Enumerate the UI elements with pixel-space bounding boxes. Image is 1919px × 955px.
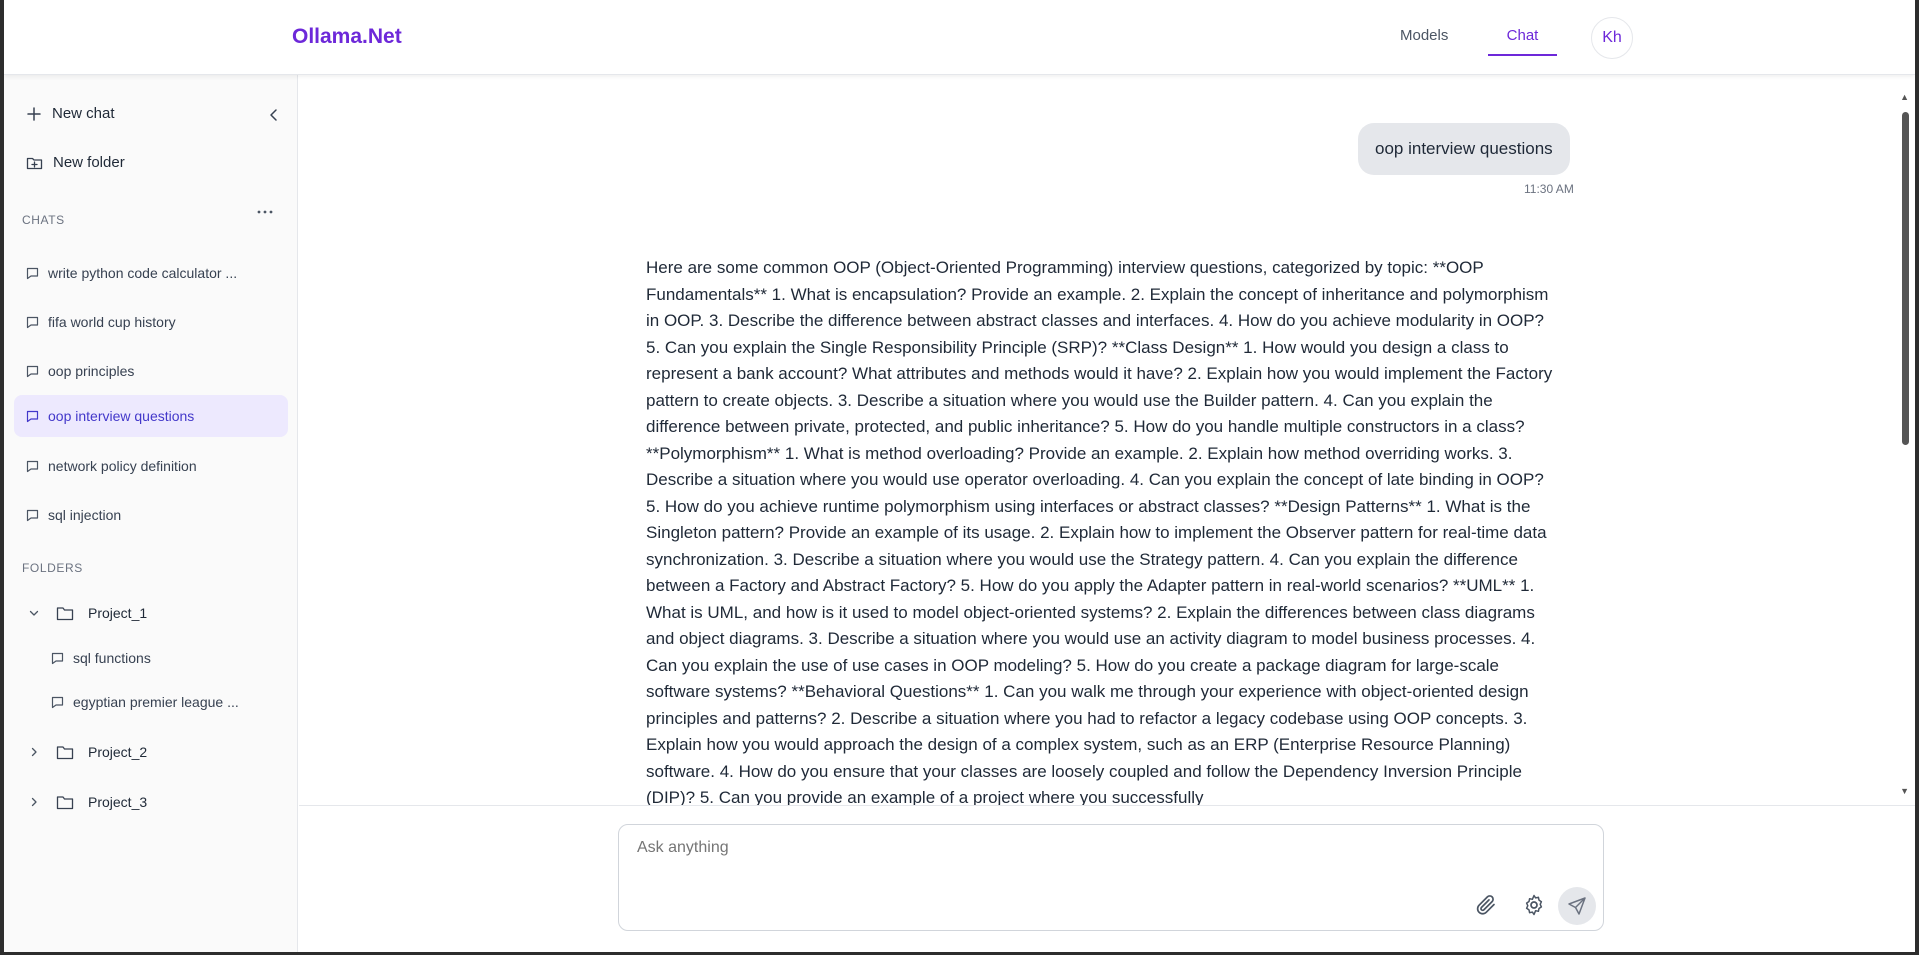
more-icon <box>257 209 273 215</box>
nav-chat-link[interactable]: Chat <box>1488 27 1557 44</box>
scroll-down-arrow[interactable]: ▼ <box>1900 786 1909 796</box>
chat-bubble-icon <box>51 652 64 665</box>
settings-button[interactable] <box>1522 893 1546 917</box>
assistant-message: Here are some common OOP (Object-Oriente… <box>646 258 1553 805</box>
sidebar: New chat New folder CHATS write python c… <box>4 75 298 952</box>
attach-button[interactable] <box>1474 893 1498 917</box>
chat-list-item[interactable]: oop principles <box>14 350 288 392</box>
new-chat-button[interactable]: New chat <box>26 105 115 122</box>
plus-icon <box>26 106 42 122</box>
chat-list-item[interactable]: sql injection <box>14 494 288 536</box>
message-timestamp: 11:30 AM <box>1524 182 1574 196</box>
folder-icon <box>56 795 74 810</box>
folder-icon <box>56 606 74 621</box>
app-window: Ollama.Net Models Chat Kh New chat New f… <box>0 0 1919 955</box>
chat-bubble-icon <box>26 509 39 522</box>
chat-list-item[interactable]: write python code calculator ... <box>14 252 288 294</box>
chevron-right-icon[interactable] <box>28 746 40 758</box>
active-nav-indicator <box>1488 54 1557 56</box>
new-folder-label: New folder <box>53 154 125 171</box>
folder-name: Project_3 <box>88 794 148 810</box>
chat-bubble-icon <box>26 267 39 280</box>
chevron-down-icon[interactable] <box>28 607 40 619</box>
folder-chat-label: sql functions <box>73 650 151 666</box>
conversation-panel[interactable]: oop interview questions 11:30 AM Here ar… <box>299 75 1915 805</box>
scrollbar-thumb[interactable] <box>1902 112 1909 445</box>
user-message-bubble: oop interview questions <box>1358 123 1570 175</box>
composer-area <box>299 805 1915 952</box>
new-chat-label: New chat <box>52 105 115 122</box>
gear-icon <box>1522 893 1546 917</box>
message-input[interactable] <box>637 839 1537 857</box>
chat-list-item[interactable]: fifa world cup history <box>14 301 288 343</box>
folder-icon <box>56 745 74 760</box>
chat-item-label: network policy definition <box>48 458 197 474</box>
folder-chat-item[interactable]: sql functions <box>51 650 151 666</box>
chat-bubble-icon <box>51 696 64 709</box>
chat-item-label: oop principles <box>48 363 135 379</box>
chat-item-label: write python code calculator ... <box>48 265 238 281</box>
folder-chat-label: egyptian premier league ... <box>73 694 239 710</box>
chat-bubble-icon <box>26 410 39 423</box>
chat-list-item-active[interactable]: oop interview questions <box>14 395 288 437</box>
message-composer <box>618 824 1604 931</box>
chat-item-label: sql injection <box>48 507 122 523</box>
paperclip-icon <box>1474 893 1498 917</box>
folders-section-title: FOLDERS <box>22 561 83 575</box>
send-icon <box>1567 896 1587 916</box>
chat-bubble-icon <box>26 460 39 473</box>
folder-plus-icon <box>26 155 43 171</box>
chats-section-title: CHATS <box>22 213 65 227</box>
chat-list-item[interactable]: network policy definition <box>14 445 288 487</box>
folder-project-1[interactable]: Project_1 <box>28 605 147 621</box>
folder-name: Project_2 <box>88 744 148 760</box>
top-navbar: Ollama.Net Models Chat Kh <box>4 0 1915 75</box>
chat-bubble-icon <box>26 316 39 329</box>
new-folder-button[interactable]: New folder <box>26 154 125 171</box>
chat-bubble-icon <box>26 365 39 378</box>
chat-item-label: fifa world cup history <box>48 314 176 330</box>
brand-logo[interactable]: Ollama.Net <box>292 25 402 49</box>
collapse-sidebar-button[interactable] <box>266 107 282 123</box>
chevron-right-icon[interactable] <box>28 796 40 808</box>
folder-chat-item[interactable]: egyptian premier league ... <box>51 694 239 710</box>
user-avatar[interactable]: Kh <box>1591 17 1633 59</box>
folder-project-2[interactable]: Project_2 <box>28 744 147 760</box>
folder-project-3[interactable]: Project_3 <box>28 794 147 810</box>
chat-item-label: oop interview questions <box>48 408 195 424</box>
send-button[interactable] <box>1558 887 1596 925</box>
chevron-left-icon <box>266 107 282 123</box>
folder-name: Project_1 <box>88 605 148 621</box>
nav-models-link[interactable]: Models <box>1400 27 1448 44</box>
scroll-up-arrow[interactable]: ▲ <box>1900 92 1909 102</box>
chats-more-button[interactable] <box>257 209 273 215</box>
